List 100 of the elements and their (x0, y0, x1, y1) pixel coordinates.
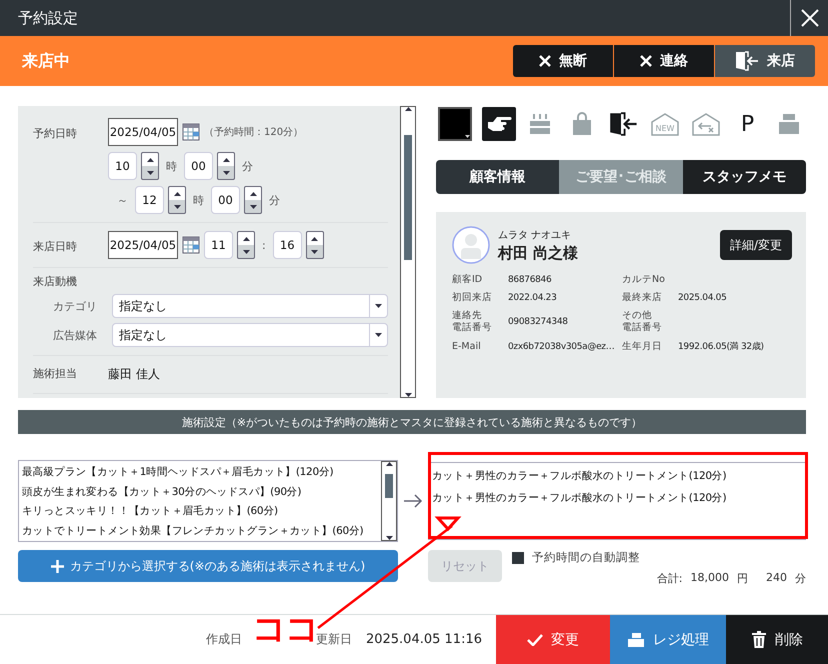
staff-name: 藤田 佳人 (108, 366, 160, 383)
close-icon (800, 9, 818, 27)
footer-button[interactable]: レジ処理 (610, 614, 726, 664)
total-minutes: 240 (766, 571, 787, 586)
info-label: その他 (622, 310, 653, 322)
footer-button[interactable]: 削除 (726, 614, 828, 664)
date-field[interactable]: 2025/04/05 (108, 231, 178, 259)
info-value: 09083274348 (508, 317, 569, 327)
calendar-icon[interactable] (182, 123, 200, 141)
up-triangle-icon (174, 192, 180, 196)
info-label: 顧客ID (452, 274, 484, 286)
down-triangle-icon (174, 204, 180, 208)
checkbox-label: 予約時間の自動調整 (532, 550, 640, 565)
hour-field[interactable]: 11 (204, 231, 233, 259)
down-triangle-icon (222, 170, 230, 174)
parking-sign[interactable]: P (730, 107, 764, 141)
door-enter-icon (608, 112, 638, 136)
minute-field[interactable]: 16 (272, 231, 302, 259)
calendar-icon[interactable] (182, 236, 200, 254)
scrollbar[interactable] (400, 106, 416, 398)
total-amount: 18,000 (690, 571, 729, 586)
up-triangle-icon (250, 192, 256, 196)
section-header: 施術設定（※がついたものは予約時の施術とマスタに登録されている施術と異なるものです） (18, 410, 806, 434)
checkbox[interactable] (512, 552, 524, 564)
spinner-button[interactable] (237, 231, 255, 259)
info-value: 2025.04.05 (678, 293, 728, 303)
select-field[interactable]: 指定なし (112, 294, 388, 318)
date-field[interactable]: 2025/04/05 (108, 118, 178, 146)
check-icon (527, 634, 543, 646)
down-triangle-icon (375, 304, 382, 308)
minute-field[interactable]: 00 (211, 186, 240, 214)
field-label: 来店日時 (33, 239, 78, 255)
up-triangle-icon (242, 236, 250, 240)
pointing-hand-icon[interactable] (482, 107, 516, 141)
status-button[interactable]: 無断 (513, 45, 613, 77)
status-button[interactable]: 来店 (715, 45, 815, 77)
unit-label: 時 (165, 158, 178, 174)
updated-label: 更新日 (316, 631, 352, 648)
spinner-button[interactable] (306, 231, 324, 259)
spinner-button[interactable] (244, 186, 262, 214)
plus-icon (50, 560, 64, 572)
menu-item[interactable]: キリっとスッキリ！！【カット＋眉毛カット】(60分) (22, 502, 378, 522)
trash-icon (751, 630, 767, 648)
door-enter-icon (735, 51, 759, 71)
hour-field[interactable]: 10 (108, 152, 137, 180)
color-swatch[interactable] (436, 107, 474, 141)
selected-menu-item[interactable]: カット＋男性のカラー＋フルボ酸水のトリートメント(120分) (432, 465, 802, 487)
footer-button[interactable]: 変更 (496, 614, 610, 664)
arrow-right-icon (403, 494, 423, 508)
info-value: 2022.04.23 (508, 293, 558, 303)
spinner-button[interactable] (217, 152, 235, 180)
menu-item[interactable]: 頭皮が生まれ変わる【カット＋30分のヘッドスパ】(90分) (22, 482, 378, 502)
selected-menu-item[interactable]: カット＋男性のカラー＋フルボ酸水のトリートメント(120分) (432, 487, 802, 509)
info-value: 86876846 (508, 275, 552, 285)
field-label: カテゴリ (52, 298, 98, 314)
up-triangle-icon (404, 107, 412, 111)
customer-name: 村田 尚之様 (498, 244, 580, 262)
spinner-button[interactable] (168, 186, 186, 214)
selected-menu-list[interactable]: カット＋男性のカラー＋フルボ酸水のトリートメント(120分) カット＋男性のカラー＋フルボ酸水のトリートメント(120分) (428, 462, 806, 540)
info-label: 初回来店 (452, 292, 493, 304)
colon-label: : (261, 238, 267, 252)
minute-field[interactable]: 00 (184, 152, 213, 180)
info-label: 電話番号 (452, 322, 493, 334)
field-label: 施術担当 (33, 366, 78, 382)
avatar-icon (452, 226, 490, 264)
updated-date: 2025.04.05 11:16 (366, 632, 482, 647)
up-triangle-icon (386, 462, 392, 466)
tab[interactable]: 顧客情報 (436, 160, 560, 194)
down-triangle-icon (250, 204, 256, 208)
triangle-marker (434, 516, 462, 532)
menu-item[interactable]: 最高級プラン【カット＋1時間ヘッドスパ＋眉毛カット】(120分) (22, 463, 378, 482)
info-label: 最終来店 (622, 292, 663, 304)
scroll-thumb[interactable] (404, 134, 412, 260)
tilde-label: ～ (116, 192, 129, 208)
edit-button[interactable]: 詳細/変更 (720, 230, 792, 260)
scrollbar[interactable] (381, 461, 397, 541)
down-triangle-icon (386, 536, 392, 540)
category-select-button[interactable]: カテゴリから選択する(※のある施術は表示されません) (18, 550, 398, 582)
currency-label: 円 (737, 571, 748, 586)
info-value: 0zx6b72038v305a@ez… (508, 342, 616, 352)
down-triangle-icon (146, 170, 154, 174)
scroll-thumb[interactable] (385, 474, 393, 498)
total-label: 合計: (656, 571, 682, 586)
menu-list[interactable]: 最高級プラン【カット＋1時間ヘッドスパ＋眉毛カット】(120分) 頭皮が生まれ変わる【カット＋30分のヘッドスパ】(90分) キリっとスッキリ！！【カット＋眉毛カット】(60分) カットでトリートメント効果【フレンチカットグラン＋カット】(60分) (18, 460, 398, 542)
tab[interactable]: スタッフメモ (682, 160, 806, 194)
select-field[interactable]: 指定なし (112, 323, 388, 347)
info-label: 連絡先 (452, 310, 483, 322)
up-triangle-icon (311, 236, 318, 240)
unit-label: 時 (192, 192, 205, 208)
close-icon (640, 55, 652, 67)
close-icon (539, 55, 551, 67)
annotation-label: ココ (252, 612, 318, 646)
menu-item[interactable]: カットでトリートメント効果【フレンチカットグラン＋カット】(60分) (22, 522, 378, 541)
status-label: 来店中 (22, 50, 70, 72)
spinner-button[interactable] (141, 152, 159, 180)
duration-note: （予約時間：120分） (204, 126, 304, 139)
down-triangle-icon (242, 250, 250, 254)
unit-label: 分 (795, 571, 806, 586)
hour-field[interactable]: 12 (135, 186, 164, 214)
status-button[interactable]: 連絡 (614, 45, 714, 77)
